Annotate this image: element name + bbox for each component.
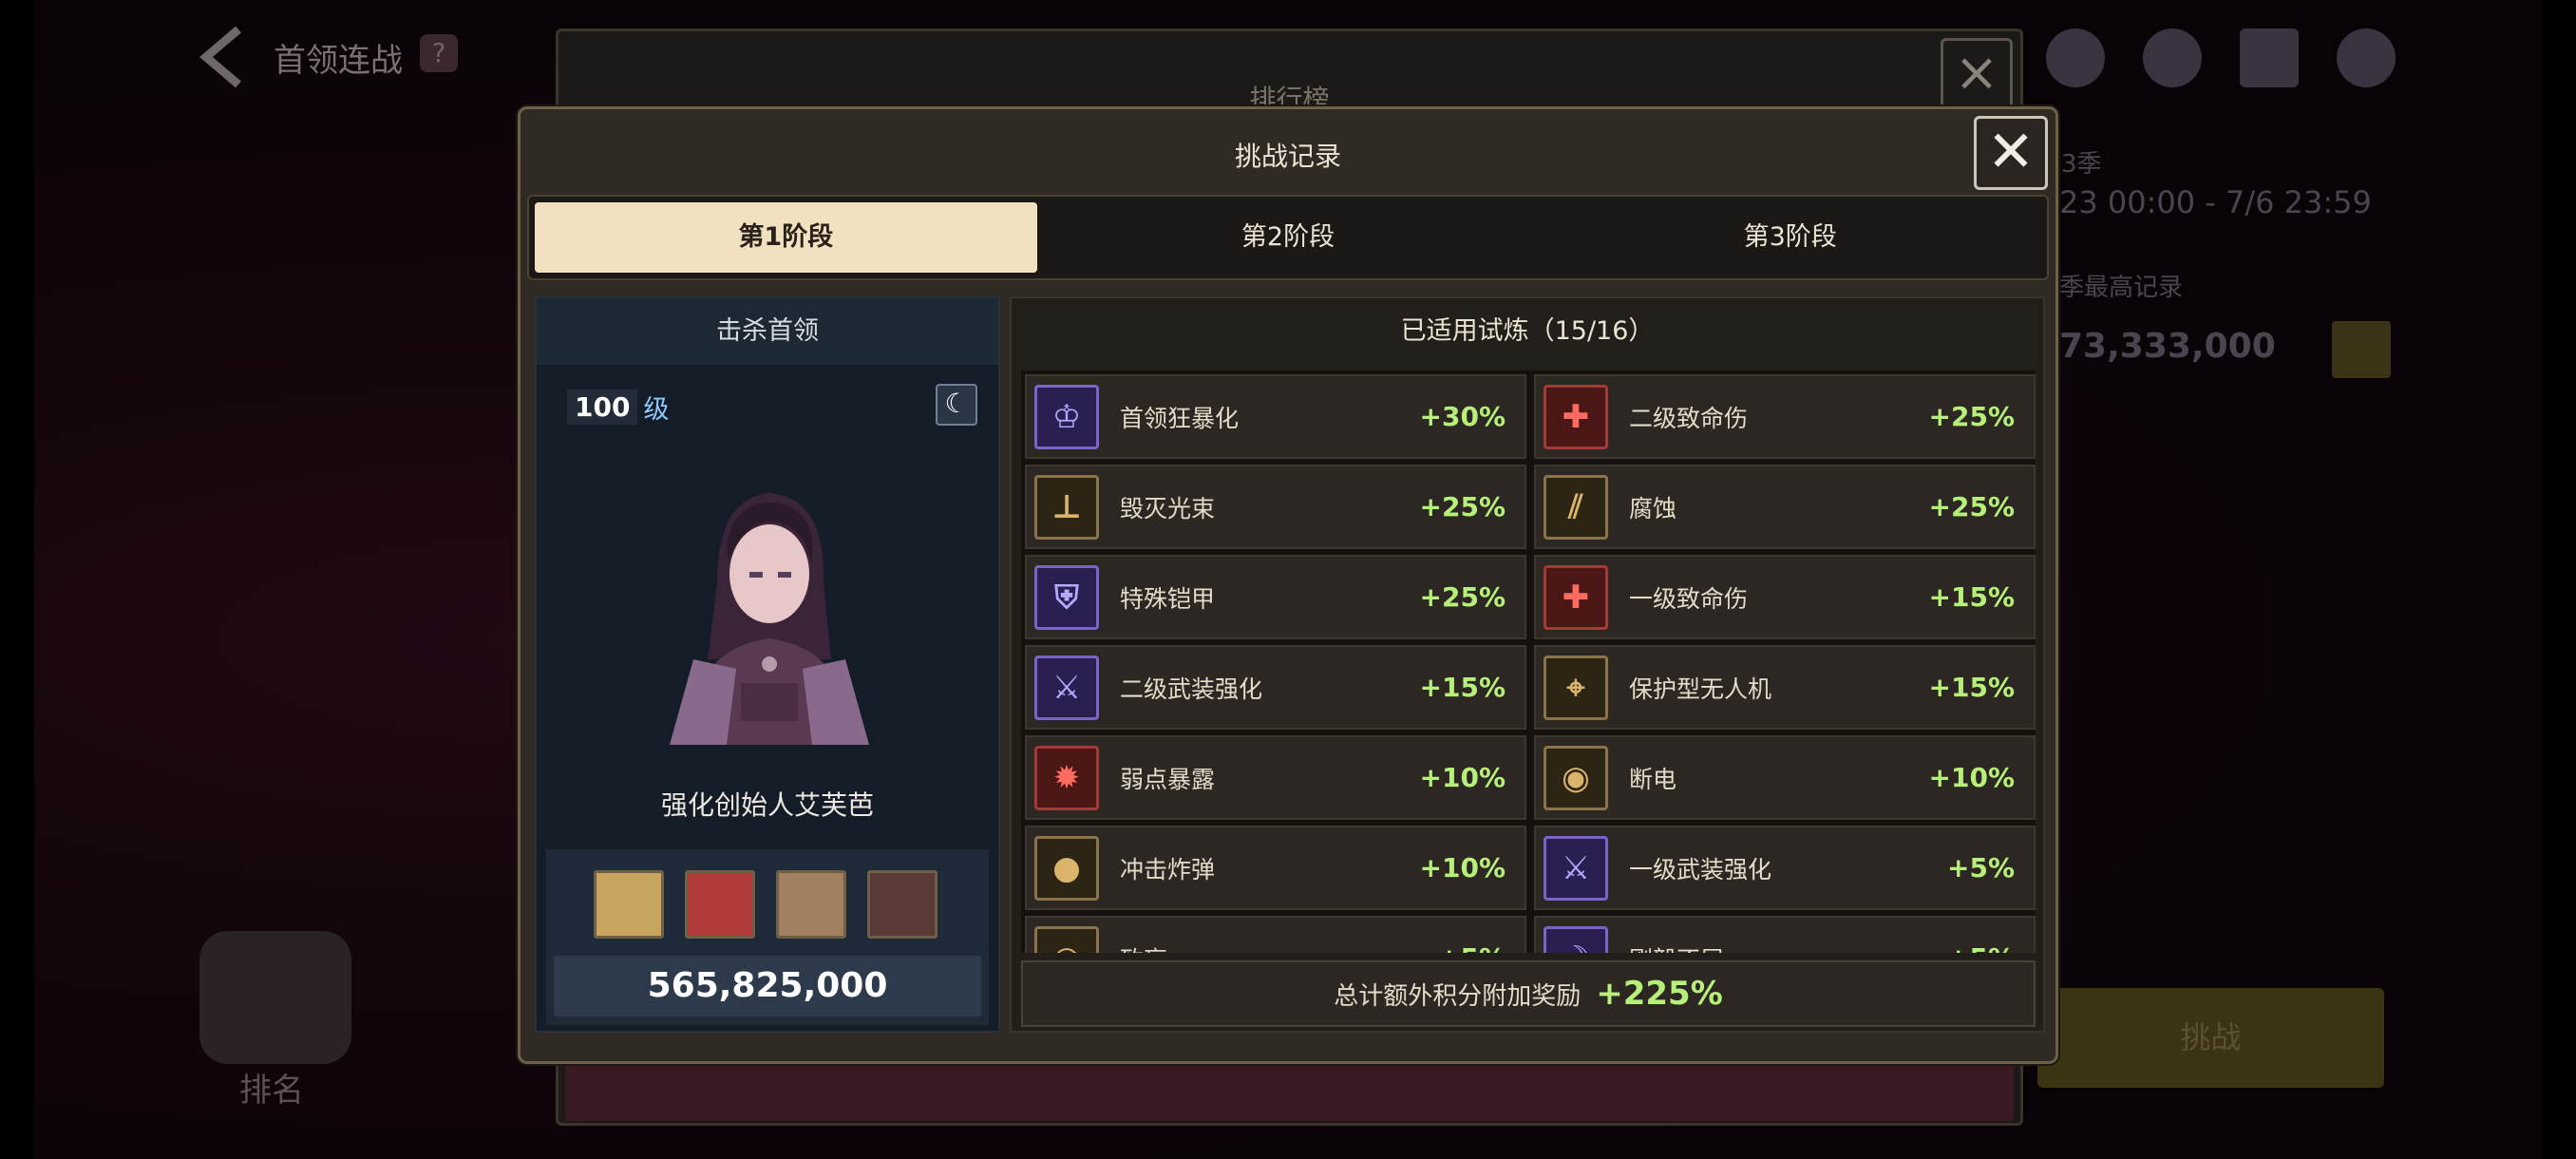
destruction-beam-icon: ⊥ [1034,474,1099,540]
trial-item: ♔ 首领狂暴化 +30% [1025,374,1526,459]
boss-panel-header: 击杀首领 [537,298,998,365]
trials-total: 总计额外积分附加奖励 +225% [1021,960,2036,1027]
trial-name: 特殊铠甲 [1120,584,1216,613]
best-record-label: 季最高记录 [2059,274,2184,302]
boss-rage-icon: ♔ [1034,384,1099,449]
trial-item: ⛨ 特殊铠甲 +25% [1025,555,1526,639]
boss-level: 100 级 [559,386,676,428]
weapon-upgrade-icon: ⚔ [1544,835,1608,901]
trial-name: 毁灭光束 [1120,494,1216,522]
tab-stage-3[interactable]: 第3阶段 [1539,202,2041,273]
fatal-wound-icon: ✚ [1544,564,1608,630]
season-label: 3季 [2061,150,2102,179]
trial-item: ● 冲击炸弹 +10% [1025,826,1526,910]
page-title: 首领连战 [274,42,403,80]
trial-item: ✚ 一级致命伤 +15% [1534,555,2036,639]
trial-value: +5% [1947,942,2015,953]
trial-name: 刚毅不屈 [1629,941,1947,954]
tenacity-icon: ☽ [1544,925,1608,953]
trial-name: 二级致命伤 [1629,404,1749,432]
boss-portrait [651,469,888,745]
boss-panel: 击杀首领 100 级 ☾ 强化创始人艾芙芭 565,825,000 [535,296,1000,1033]
fatal-wound-icon: ✚ [1544,384,1608,449]
trial-value: +10% [1419,852,1506,884]
back-arrow-icon[interactable] [195,24,252,90]
mail-icon[interactable] [2240,28,2299,87]
trial-value: +5% [1947,852,2015,884]
leaderboard-close-button[interactable]: × [1941,38,2013,110]
drone-icon: ⌖ [1544,655,1608,720]
trial-item: ⊥ 毁灭光束 +25% [1025,465,1526,549]
trial-value: +15% [1419,672,1506,703]
trial-item: ☽ 刚毅不屈+5% [1534,916,2036,953]
trial-name: 二级武装强化 [1120,674,1263,703]
hero-avatar[interactable] [594,870,664,939]
trial-value: +10% [1419,762,1506,793]
modal-title: 挑战记录 [1234,141,1341,172]
trial-item: ◎ 致盲+5% [1025,916,1526,953]
chat-icon[interactable] [2143,28,2202,87]
trial-value: +25% [1419,581,1506,613]
trial-item: ✹ 弱点暴露 +10% [1025,735,1526,820]
gear-icon[interactable] [2337,28,2396,87]
trial-item: ⚔ 一级武装强化 +5% [1534,826,2036,910]
trial-name: 一级致命伤 [1629,584,1749,613]
help-icon[interactable]: ? [420,34,458,72]
trial-item: ✚ 二级致命伤 +25% [1534,374,2036,459]
season-dates: 23 00:00 - 7/6 23:59 [2059,184,2372,220]
bomb-icon: ● [1034,835,1099,901]
best-record-value: 73,333,000 [2059,327,2276,366]
trial-item: ⌖ 保护型无人机 +15% [1534,645,2036,730]
trial-item: ⫽ 腐蚀 +25% [1534,465,2036,549]
tab-stage-2[interactable]: 第2阶段 [1037,202,1540,273]
trial-item: ⚔ 二级武装强化 +15% [1025,645,1526,730]
boss-name: 强化创始人艾芙芭 [660,789,874,821]
weapon-upgrade-icon: ⚔ [1034,655,1099,720]
hero-avatar[interactable] [867,870,938,939]
trial-name: 致盲 [1120,941,1438,954]
trial-value: +25% [1928,491,2015,522]
rank-label: 排名 [239,1072,304,1110]
hero-lineup: 565,825,000 [546,849,989,1025]
boss-level-number: 100 [567,389,638,425]
weakness-icon: ✹ [1034,745,1099,810]
top-icon-bar [2046,28,2396,87]
hero-avatar[interactable] [776,870,846,939]
total-bonus-label: 总计额外积分附加奖励 [1334,982,1582,1011]
trial-name: 一级武装强化 [1629,855,1772,884]
trial-name: 断电 [1629,765,1677,793]
trial-item: ◉ 断电 +10% [1534,735,2036,820]
power-outage-icon: ◉ [1544,745,1608,810]
moon-icon[interactable]: ☾ [936,384,977,426]
boss-score: 565,825,000 [554,956,981,1016]
special-armor-icon: ⛨ [1034,564,1099,630]
trial-value: +30% [1419,401,1506,432]
stage-tabs: 第1阶段 第2阶段 第3阶段 [527,195,2049,280]
trials-list[interactable]: ♔ 首领狂暴化 +30% ✚ 二级致命伤 +25% ⊥ 毁灭光束 +25% ⫽ 腐蚀 +25% ⛨ 特殊铠… [1021,370,2036,953]
boss-level-unit: 级 [643,394,670,425]
close-button[interactable]: ✕ [1974,116,2048,190]
trial-name: 冲击炸弹 [1120,855,1216,884]
hero-avatar[interactable] [685,870,755,939]
trial-value: +25% [1419,491,1506,522]
trials-panel: 已适用试炼（15/16） ♔ 首领狂暴化 +30% ✚ 二级致命伤 +25% ⊥ 毁灭光束 +2… [1010,296,2045,1033]
trial-value: +10% [1928,762,2015,793]
rank-emblem-icon[interactable] [199,931,351,1064]
corrosion-icon: ⫽ [1544,474,1608,540]
trial-name: 保护型无人机 [1629,674,1772,703]
trials-header: 已适用试炼（15/16） [1400,316,1655,346]
blind-icon: ◎ [1034,925,1099,953]
gift-icon[interactable] [2332,321,2391,378]
trial-value: +5% [1438,942,1506,953]
friends-icon[interactable] [2046,28,2105,87]
trial-name: 腐蚀 [1629,494,1677,522]
trial-value: +15% [1928,581,2015,613]
challenge-button[interactable]: 挑战 [2037,988,2384,1088]
trial-name: 首领狂暴化 [1120,404,1240,432]
trial-value: +25% [1928,401,2015,432]
tab-stage-1[interactable]: 第1阶段 [535,202,1037,273]
trial-value: +15% [1928,672,2015,703]
total-bonus-value: +225% [1596,975,1723,1013]
trial-name: 弱点暴露 [1120,765,1216,793]
